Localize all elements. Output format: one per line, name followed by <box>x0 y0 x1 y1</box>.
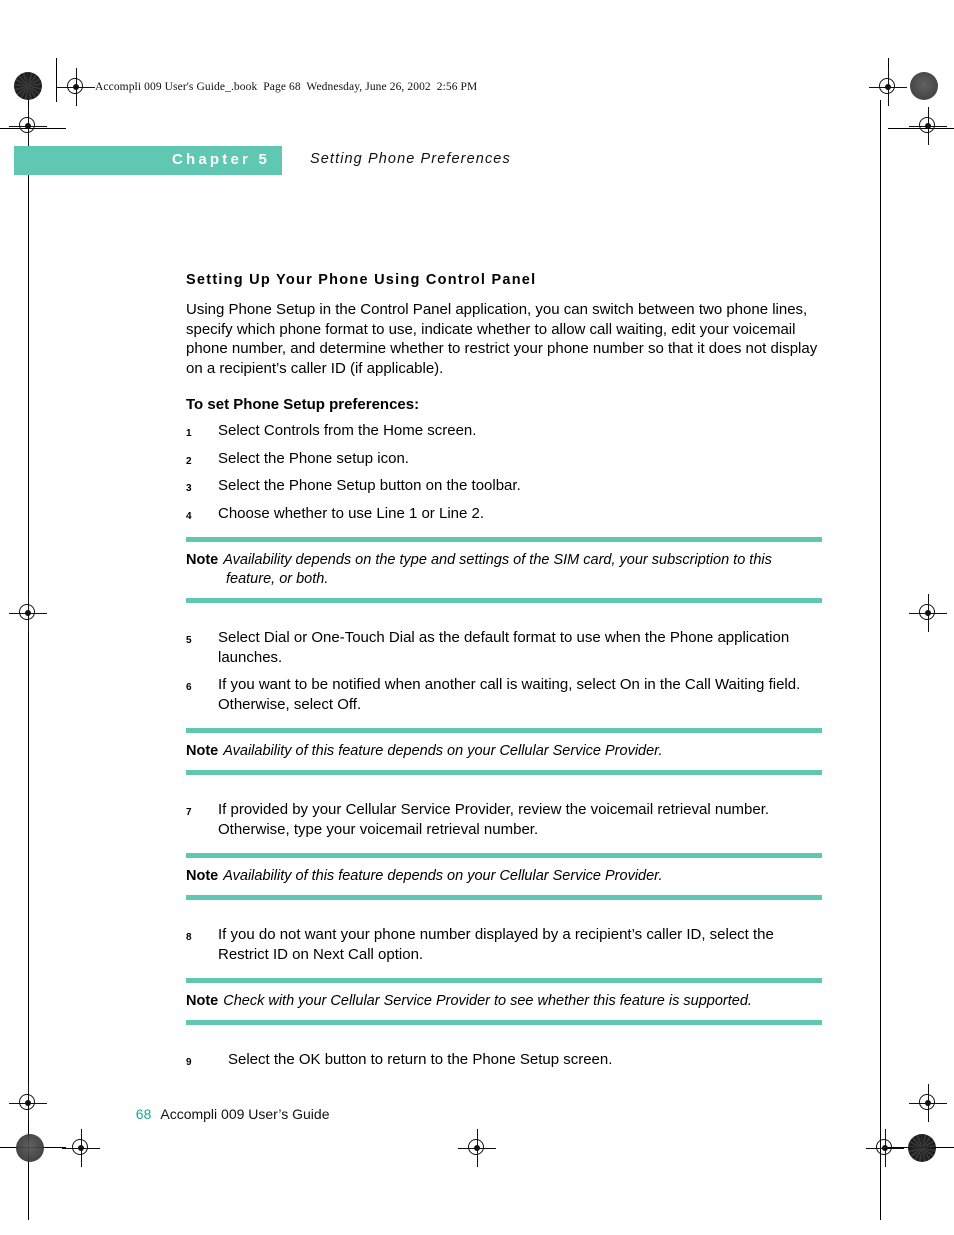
step-number: 4 <box>186 510 192 522</box>
step-text: Select Dial or One-Touch Dial as the def… <box>218 629 790 666</box>
note-rule-bottom <box>186 598 822 603</box>
list-item: 5 Select Dial or One-Touch Dial as the d… <box>186 628 822 667</box>
registration-mark <box>909 1084 947 1122</box>
list-item: 7 If provided by your Cellular Service P… <box>186 800 822 839</box>
note-body: Note Availability of this feature depends… <box>186 858 822 895</box>
note-label: Note <box>186 868 219 884</box>
step-text: If you want to be notified when another … <box>218 676 801 713</box>
procedure-subheading: To set Phone Setup preferences: <box>186 396 420 413</box>
step-text: Select the Phone setup icon. <box>218 449 409 467</box>
step-number: 7 <box>186 807 192 818</box>
note-label: Note <box>186 743 219 759</box>
registration-mark <box>869 68 907 106</box>
page-footer: 68 Accompli 009 User’s Guide <box>128 1090 330 1122</box>
registration-mark <box>909 594 947 632</box>
step-number: 8 <box>186 932 192 943</box>
step-text: If you do not want your phone number dis… <box>218 926 774 963</box>
step-text: Select the OK button to return to the Ph… <box>228 1051 613 1068</box>
page-title: Setting Up Your Phone Using Control Pane… <box>186 272 537 288</box>
step-list-d: 8 If you do not want your phone number d… <box>186 925 822 964</box>
step-list-c: 7 If provided by your Cellular Service P… <box>186 800 822 839</box>
running-head: Accompli 009 User's Guide_.book Page 68 … <box>95 81 478 93</box>
step-list-a: 1 Select Controls from the Home screen. … <box>186 421 822 523</box>
step-list-e: 9 Select the OK button to return to the … <box>186 1050 822 1070</box>
halftone-density-patch <box>14 72 42 100</box>
halftone-density-patch <box>16 1134 44 1162</box>
crop-mark-line <box>56 58 58 102</box>
step-list-b: 5 Select Dial or One-Touch Dial as the d… <box>186 628 822 714</box>
note-text: Availability of this feature depends on … <box>223 743 663 759</box>
step-text: Select the Phone Setup button on the too… <box>218 477 521 494</box>
note-block: Note Check with your Cellular Service Pro… <box>186 978 822 1025</box>
step-number: 1 <box>186 428 192 439</box>
note-label: Note <box>186 993 219 1009</box>
note-text: Availability of this feature depends on … <box>223 868 663 884</box>
note-block: Note Availability depends on the type and… <box>186 537 822 603</box>
registration-mark <box>62 1129 100 1167</box>
step-number: 6 <box>186 682 192 693</box>
footer-book-title: Accompli 009 User’s Guide <box>160 1106 330 1122</box>
list-item: 8 If you do not want your phone number d… <box>186 925 822 964</box>
step-text: If provided by your Cellular Service Pro… <box>218 801 770 838</box>
note-body: Note Check with your Cellular Service Pro… <box>186 983 822 1020</box>
note-label: Note <box>186 552 219 568</box>
content-column: Setting Up Your Phone Using Control Pane… <box>186 272 822 1078</box>
step-text: Choose whether to use Line 1 or Line 2. <box>218 504 485 522</box>
step-number: 9 <box>186 1057 192 1068</box>
intro-paragraph: Using Phone Setup in the Control Panel a… <box>186 301 818 377</box>
registration-mark <box>909 107 947 145</box>
step-number: 2 <box>186 455 192 467</box>
note-text: Check with your Cellular Service Provide… <box>223 993 752 1009</box>
note-body: Note Availability depends on the type and… <box>186 542 822 598</box>
list-item: 1 Select Controls from the Home screen. <box>186 421 822 441</box>
note-block: Note Availability of this feature depends… <box>186 728 822 775</box>
list-item: 6 If you want to be notified when anothe… <box>186 675 822 714</box>
registration-mark <box>9 107 47 145</box>
crop-mark-line <box>28 100 30 1220</box>
chapter-banner: Chapter 5 <box>14 146 282 175</box>
list-item: 9 Select the OK button to return to the … <box>186 1050 822 1070</box>
note-rule-bottom <box>186 1020 822 1025</box>
halftone-density-patch <box>908 1134 936 1162</box>
halftone-density-patch <box>910 72 938 100</box>
list-item: 3 Select the Phone Setup button on the t… <box>186 476 822 496</box>
note-body: Note Availability of this feature depends… <box>186 733 822 770</box>
chapter-title: Setting Phone Preferences <box>310 151 511 167</box>
note-text: Availability depends on the type and set… <box>223 552 772 587</box>
step-number: 5 <box>186 635 192 646</box>
note-rule-bottom <box>186 770 822 775</box>
registration-mark <box>9 1084 47 1122</box>
note-rule-bottom <box>186 895 822 900</box>
registration-mark <box>9 594 47 632</box>
registration-mark <box>57 68 95 106</box>
chapter-label: Chapter 5 <box>172 151 270 168</box>
list-item: 2 Select the Phone setup icon. <box>186 449 822 469</box>
registration-mark <box>866 1129 904 1167</box>
registration-mark <box>458 1129 496 1167</box>
footer-page-number: 68 <box>135 1106 152 1122</box>
crop-mark-line <box>880 100 882 1220</box>
list-item: 4 Choose whether to use Line 1 or Line 2… <box>186 504 822 524</box>
note-block: Note Availability of this feature depends… <box>186 853 822 900</box>
step-text: Select Controls from the Home screen. <box>218 422 477 439</box>
step-number: 3 <box>186 483 192 494</box>
